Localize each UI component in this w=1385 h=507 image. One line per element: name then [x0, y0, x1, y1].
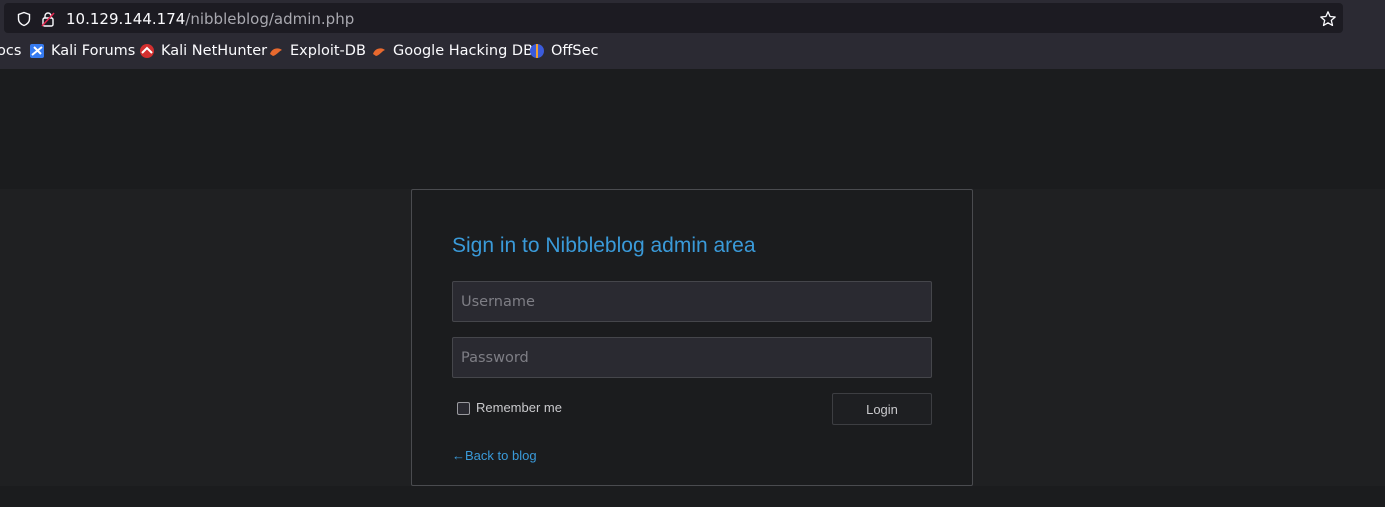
- url-path: /nibbleblog/admin.php: [185, 10, 355, 28]
- bookmark-label: Kali Forums: [51, 43, 136, 59]
- bookmark-label: ocs: [0, 43, 22, 59]
- nethunter-icon: [140, 44, 154, 58]
- address-bar[interactable]: 10.129.144.174/nibbleblog/admin.php: [4, 3, 1343, 33]
- login-button[interactable]: Login: [832, 393, 932, 425]
- page-title: Sign in to Nibbleblog admin area: [452, 234, 756, 257]
- back-to-blog-link[interactable]: ←Back to blog: [452, 448, 537, 463]
- bookmark-kali-forums[interactable]: Kali Forums: [29, 43, 135, 59]
- bookmark-kali-nethunter[interactable]: Kali NetHunter: [139, 43, 267, 59]
- bookmark-star-icon[interactable]: [1319, 10, 1337, 28]
- username-input[interactable]: [453, 282, 931, 321]
- ghdb-icon: [373, 48, 385, 56]
- bookmark-google-hacking-db[interactable]: Google Hacking DB: [371, 43, 533, 59]
- bookmark-offsec[interactable]: OffSec: [529, 43, 599, 59]
- bookmark-exploit-db[interactable]: Exploit-DB: [268, 43, 366, 59]
- remember-me-label: Remember me: [476, 400, 562, 415]
- bookmark-label: Kali NetHunter: [161, 43, 268, 59]
- bookmark-docs[interactable]: ocs: [0, 43, 21, 59]
- bookmark-label: Exploit-DB: [290, 43, 366, 59]
- bookmark-label: Google Hacking DB: [393, 43, 534, 59]
- login-card: Sign in to Nibbleblog admin area Remembe…: [411, 189, 973, 486]
- password-field[interactable]: [452, 337, 932, 378]
- browser-chrome: 10.129.144.174/nibbleblog/admin.php ocs …: [0, 0, 1385, 69]
- username-field[interactable]: [452, 281, 932, 322]
- remember-me[interactable]: Remember me: [457, 400, 562, 415]
- insecure-lock-icon[interactable]: [40, 11, 56, 27]
- password-input[interactable]: [453, 338, 931, 377]
- offsec-icon: [530, 44, 544, 58]
- shield-icon[interactable]: [16, 11, 32, 27]
- url-text[interactable]: 10.129.144.174/nibbleblog/admin.php: [66, 10, 354, 28]
- bookmark-label: OffSec: [551, 43, 599, 59]
- exploit-db-icon: [270, 48, 282, 56]
- url-host: 10.129.144.174: [66, 10, 186, 28]
- bookmarks-toolbar: ocs Kali Forums Kali NetHunter Exploit-D…: [0, 40, 1385, 66]
- kali-forums-icon: [30, 44, 44, 58]
- remember-me-checkbox[interactable]: [457, 402, 470, 415]
